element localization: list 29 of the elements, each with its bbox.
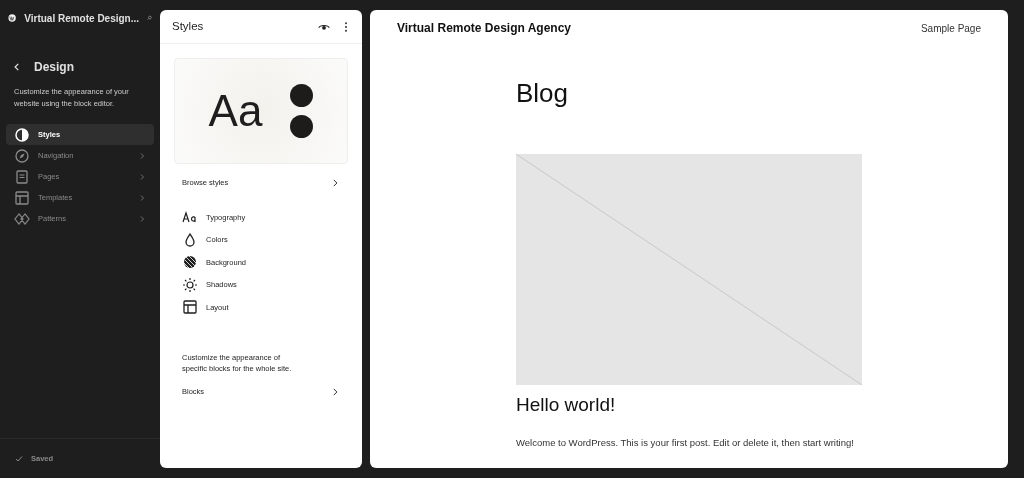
back-icon[interactable] bbox=[12, 62, 22, 72]
chevron-right-icon bbox=[138, 214, 146, 223]
style-preview-card[interactable]: Aa bbox=[174, 58, 348, 164]
chevron-right-icon bbox=[330, 386, 340, 397]
chevron-right-icon bbox=[138, 193, 146, 202]
preview-site-title[interactable]: Virtual Remote Design Agency bbox=[397, 19, 921, 37]
chevron-right-icon bbox=[138, 151, 146, 160]
section-title: Design bbox=[34, 59, 74, 76]
layout-icon bbox=[14, 189, 30, 206]
nav-link[interactable]: Sample Page bbox=[920, 20, 981, 36]
preview-text: Aa bbox=[208, 89, 263, 133]
sun-icon bbox=[182, 276, 198, 293]
post-title[interactable]: Hello world! bbox=[516, 395, 1008, 414]
post-excerpt: Welcome to WordPress. This is your first post. Edit or delete it, then start writing! bbox=[516, 436, 855, 450]
page-icon bbox=[14, 168, 30, 185]
site-title: Virtual Remote Design... bbox=[24, 11, 140, 26]
color-swatch-icon bbox=[290, 84, 314, 107]
chevron-right-icon bbox=[330, 178, 340, 188]
half-circle-icon bbox=[14, 126, 30, 143]
layout-icon bbox=[182, 299, 198, 316]
pattern-icon bbox=[182, 254, 198, 271]
more-options-icon[interactable] bbox=[342, 20, 350, 33]
droplet-icon bbox=[182, 231, 198, 248]
color-swatch-icon bbox=[290, 115, 314, 138]
chevron-right-icon bbox=[138, 172, 146, 181]
compass-icon bbox=[14, 147, 30, 164]
panel-title: Styles bbox=[172, 18, 205, 34]
page-title: Blog bbox=[516, 80, 570, 106]
check-icon bbox=[15, 454, 23, 463]
